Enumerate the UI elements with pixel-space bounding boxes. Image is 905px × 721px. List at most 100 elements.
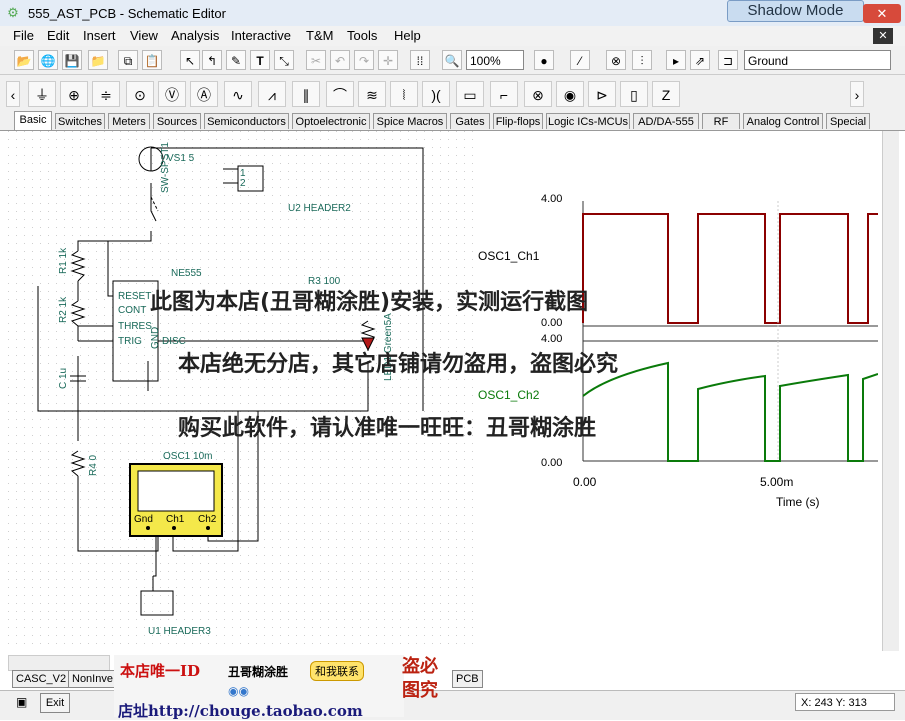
battery-comp-icon[interactable]: ⊕: [60, 81, 88, 107]
lamp-comp-icon[interactable]: ⊗: [524, 81, 552, 107]
exit-button[interactable]: Exit: [40, 693, 70, 713]
ground-select[interactable]: Ground: [744, 50, 891, 70]
voltage-source-comp-icon[interactable]: ⊙: [126, 81, 154, 107]
fuse-comp-icon[interactable]: ▭: [456, 81, 484, 107]
shadow-mode-button[interactable]: Shadow Mode: [727, 0, 864, 22]
led-tool-icon[interactable]: ⇗: [690, 50, 710, 70]
promo-contact-button[interactable]: 和我联系: [310, 661, 364, 681]
menu-file[interactable]: File: [13, 28, 34, 43]
open-project-icon[interactable]: 📁: [88, 50, 108, 70]
wire-select-icon[interactable]: ↰: [202, 50, 222, 70]
tab-casc-v2[interactable]: CASC_V2: [12, 670, 71, 688]
probe-icon[interactable]: ⁄: [570, 50, 590, 70]
impedance-comp-icon[interactable]: Z: [652, 81, 680, 107]
cut-icon[interactable]: ✂: [306, 50, 326, 70]
select-arrow-icon[interactable]: ↖: [180, 50, 200, 70]
potentiometer-comp-icon[interactable]: ⩘: [258, 81, 286, 107]
pin-trig: TRIG: [118, 336, 142, 347]
tab-meters[interactable]: Meters: [108, 113, 150, 129]
motor-comp-icon[interactable]: ◉: [556, 81, 584, 107]
line-tool-icon[interactable]: ⤡: [274, 50, 294, 70]
tab-ad-da-555[interactable]: AD/DA-555: [633, 113, 699, 129]
transformer-comp-icon[interactable]: ≋: [358, 81, 386, 107]
overlay-line-2: 本店绝无分店，其它店铺请勿盗用，盗图必究: [178, 352, 619, 377]
tab-basic[interactable]: Basic: [14, 111, 52, 130]
voltmeter-comp-icon[interactable]: Ⓥ: [158, 81, 186, 107]
r4-label: R4 0: [88, 454, 99, 476]
app-icon[interactable]: ⚙: [4, 4, 22, 22]
pin-gnd: GND: [150, 326, 161, 349]
scroll-right-icon[interactable]: ›: [850, 81, 864, 107]
save-icon[interactable]: 💾: [62, 50, 82, 70]
tab-special[interactable]: Special: [826, 113, 870, 129]
copy-icon[interactable]: ⧉: [118, 50, 138, 70]
web-icon[interactable]: 🌐: [38, 50, 58, 70]
grid-icon[interactable]: ⁞⁞: [410, 50, 430, 70]
vertical-scrollbar[interactable]: [882, 131, 899, 651]
close-button[interactable]: ✕: [863, 4, 901, 23]
bracket-comp-icon[interactable]: )(: [422, 81, 450, 107]
menu-edit[interactable]: Edit: [47, 28, 69, 43]
menu-help[interactable]: Help: [394, 28, 421, 43]
zoom-select[interactable]: 100%: [466, 50, 524, 70]
switch-comp-icon[interactable]: ⌐: [490, 81, 518, 107]
zoom-icon[interactable]: 🔍: [442, 50, 462, 70]
r1-label: R1 1k: [58, 247, 69, 274]
ch1-series-label: OSC1_Ch1: [478, 249, 540, 263]
label-tool-icon[interactable]: ⊐: [718, 50, 738, 70]
undo-icon[interactable]: ↶: [330, 50, 350, 70]
resistor-tool-icon[interactable]: ⫶: [632, 50, 652, 70]
tab-sources[interactable]: Sources: [153, 113, 201, 129]
menu-view[interactable]: View: [130, 28, 158, 43]
tab-gates[interactable]: Gates: [450, 113, 490, 129]
coupled-inductor-comp-icon[interactable]: ⦚: [390, 81, 418, 107]
transient-analysis-icon[interactable]: ●: [534, 50, 554, 70]
crystal-comp-icon[interactable]: ▯: [620, 81, 648, 107]
resistor-comp-icon[interactable]: ∿: [224, 81, 252, 107]
status-icon: ▣: [16, 695, 28, 709]
multi-source-comp-icon[interactable]: ≑: [92, 81, 120, 107]
overlay-line-3: 购买此软件，请认准唯一旺旺：丑哥糊涂胜: [178, 416, 597, 441]
tab-logic-ics[interactable]: Logic ICs-MCUs: [546, 113, 630, 129]
schematic-canvas[interactable]: VS1 5 SW-SPST1 U2 HEADER2 1 2 R1 1k R2 1…: [8, 131, 878, 651]
tab-switches[interactable]: Switches: [55, 113, 105, 129]
promo-id-label: 本店唯一ID: [120, 662, 201, 680]
diode-tool-icon[interactable]: ▸: [666, 50, 686, 70]
promo-address: 店址http://chouge.taobao.com: [118, 702, 363, 720]
scroll-left-icon[interactable]: ‹: [6, 81, 20, 107]
menu-tools[interactable]: Tools: [347, 28, 377, 43]
power-meter-icon[interactable]: ⊗: [606, 50, 626, 70]
pin-cont: CONT: [118, 305, 147, 316]
paste-icon[interactable]: 📋: [142, 50, 162, 70]
tab-optoelectronic[interactable]: Optoelectronic: [292, 113, 370, 129]
ground-comp-icon[interactable]: ⏚: [28, 81, 56, 107]
text-icon[interactable]: T: [250, 50, 270, 70]
horizontal-scrollbar[interactable]: [8, 655, 110, 671]
tab-pcb[interactable]: PCB: [452, 670, 483, 688]
tab-flip-flops[interactable]: Flip-flops: [493, 113, 543, 129]
diode-comp-icon[interactable]: ⊳: [588, 81, 616, 107]
ammeter-comp-icon[interactable]: Ⓐ: [190, 81, 218, 107]
switch-label: SW-SPST1: [160, 142, 171, 193]
doc-close-icon[interactable]: ✕: [873, 28, 893, 44]
capacitor-comp-icon[interactable]: ∥: [292, 81, 320, 107]
redo-icon[interactable]: ↷: [354, 50, 374, 70]
promo-steal-text: 盗必图究: [402, 656, 438, 701]
u2-pin2: 2: [240, 178, 246, 189]
xtick-0: 0.00: [573, 475, 597, 489]
tab-semiconductors[interactable]: Semiconductors: [204, 113, 289, 129]
cross-icon[interactable]: ✛: [378, 50, 398, 70]
promo-chat-icon: ◉◉: [228, 684, 249, 698]
menu-insert[interactable]: Insert: [83, 28, 116, 43]
pencil-icon[interactable]: ✎: [226, 50, 246, 70]
open-icon[interactable]: 📂: [14, 50, 34, 70]
osc-ch1-label: Ch1: [166, 514, 185, 525]
tab-analog-control[interactable]: Analog Control: [743, 113, 823, 129]
tab-spice-macros[interactable]: Spice Macros: [373, 113, 447, 129]
tab-rf[interactable]: RF: [702, 113, 740, 129]
menu-tm[interactable]: T&M: [306, 28, 333, 43]
tab-noninve[interactable]: NonInve: [68, 670, 117, 688]
inductor-comp-icon[interactable]: ⌒: [326, 81, 354, 107]
menu-analysis[interactable]: Analysis: [171, 28, 219, 43]
menu-interactive[interactable]: Interactive: [231, 28, 291, 43]
